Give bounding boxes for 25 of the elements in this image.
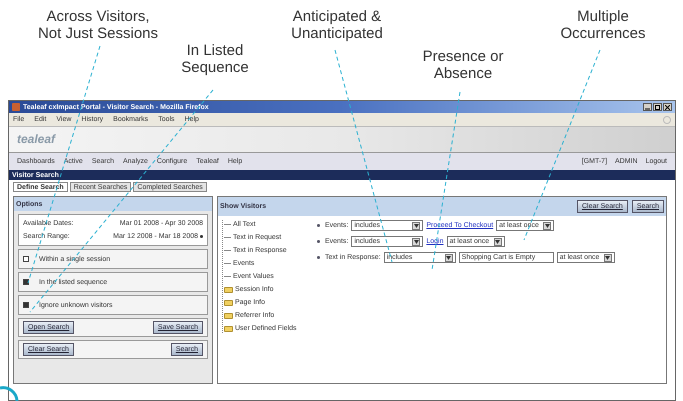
close-icon[interactable]	[663, 103, 672, 111]
callout-label: Multiple Occurrences	[559, 8, 647, 42]
bullet-icon	[317, 256, 320, 259]
dropdown-arrow-icon	[412, 222, 420, 230]
dropdown-arrow-icon	[412, 238, 420, 246]
callout-label: In Listed Sequence	[180, 42, 250, 76]
ring-drawing	[0, 386, 18, 401]
callout-label: Anticipated & Unanticipated	[290, 8, 384, 42]
throbber-icon	[663, 116, 671, 124]
maximize-icon[interactable]	[653, 103, 662, 111]
checkbox[interactable]	[23, 302, 29, 308]
callout-label: Presence or Absence	[422, 48, 504, 82]
checkbox[interactable]	[23, 279, 29, 285]
app-icon	[12, 103, 20, 111]
logo: tealeaf	[17, 135, 56, 144]
minimize-icon[interactable]	[643, 103, 652, 111]
bullet-icon	[317, 224, 320, 227]
callout-label: Across Visitors, Not Just Sessions	[36, 8, 160, 42]
dropdown-arrow-icon	[494, 238, 502, 246]
dropdown-arrow-icon	[543, 222, 552, 230]
dropdown-arrow-icon	[444, 254, 453, 262]
marker-icon	[200, 235, 203, 238]
dropdown-arrow-icon	[604, 254, 612, 262]
checkbox[interactable]	[23, 256, 29, 262]
bullet-icon	[317, 240, 320, 243]
